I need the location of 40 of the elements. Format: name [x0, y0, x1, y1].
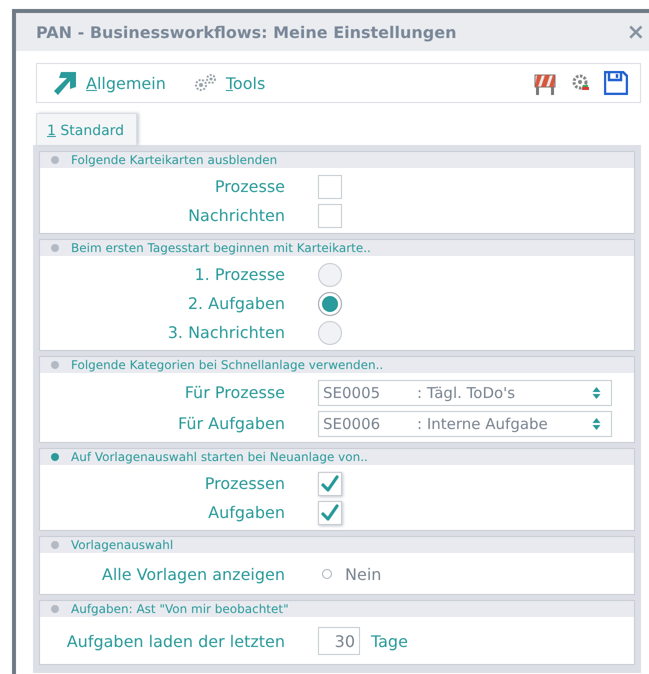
field-label: Prozesse: [214, 177, 285, 196]
toolbar-button[interactable]: Allgemein: [52, 71, 166, 95]
field-label: Alle Vorlagen anzeigen: [100, 564, 285, 584]
window-title: PAN - Businessworkflows: Meine Einstellungen: [36, 22, 456, 42]
toolbar-button[interactable]: Tools: [192, 71, 266, 95]
radio-button[interactable]: [318, 320, 342, 344]
arrow-icon: [52, 71, 78, 95]
section-title: Folgende Karteikarten ausblenden: [71, 153, 278, 167]
checkbox[interactable]: [318, 174, 342, 198]
section-title: Auf Vorlagenauswahl starten bei Neuanlage von..: [71, 450, 368, 464]
field-label: Für Aufgaben: [177, 414, 285, 433]
field-label: Aufgaben: [207, 503, 285, 522]
updown-caret-icon: [592, 386, 601, 400]
field-label: Für Prozesse: [184, 383, 285, 402]
unit-label: Tage: [371, 632, 408, 650]
field-label: Prozessen: [204, 474, 285, 493]
toggle-switch[interactable]: [322, 569, 332, 579]
dropdown[interactable]: SE0005 : Tägl. ToDo's: [318, 380, 612, 406]
field-label: Nachrichten: [187, 206, 285, 225]
field-label: 3. Nachrichten: [166, 323, 285, 342]
checkbox[interactable]: [318, 204, 342, 228]
tab[interactable]: 1 Standard: [36, 113, 138, 145]
radio-button[interactable]: [318, 292, 342, 316]
checkbox[interactable]: [318, 472, 342, 496]
gear-icon[interactable]: [572, 74, 590, 92]
field-label: 2. Aufgaben: [186, 294, 285, 313]
number-field[interactable]: 30: [318, 627, 360, 655]
field-label: Aufgaben laden der letzten: [66, 632, 285, 650]
section-title: Folgende Kategorien bei Schnellanlage verwenden..: [71, 358, 384, 372]
section-title: Vorlagenauswahl: [71, 538, 174, 552]
toggle-value: Nein: [345, 564, 382, 584]
save-icon[interactable]: [604, 71, 628, 95]
field-label: 1. Prozesse: [194, 265, 285, 284]
dropdown[interactable]: SE0006 : Interne Aufgabe: [318, 410, 612, 436]
checkbox[interactable]: [318, 500, 342, 524]
section-title: Beim ersten Tagesstart beginnen mit Karteikarte..: [71, 241, 371, 255]
section-title: Aufgaben: Ast "Von mir beobachtet": [71, 602, 289, 616]
updown-caret-icon: [592, 416, 601, 430]
radio-button[interactable]: [318, 262, 342, 286]
close-button[interactable]: ×: [626, 20, 645, 44]
